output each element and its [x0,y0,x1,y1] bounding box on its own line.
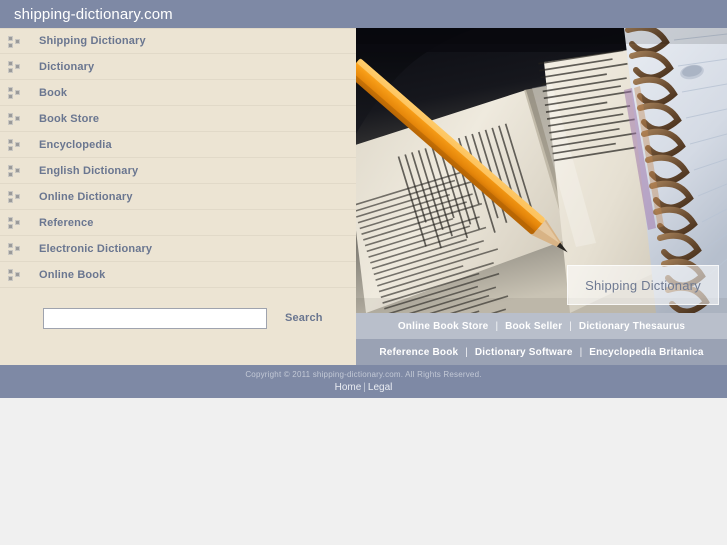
search-area: Search [0,288,356,365]
footer-link-legal[interactable]: Legal [368,382,392,393]
footer-link-encyclopedia-britanica[interactable]: Encyclopedia Britanica [589,347,703,358]
squares-bullet-icon [8,242,21,255]
footer-link-online-book-store[interactable]: Online Book Store [398,321,489,332]
squares-bullet-icon [8,138,21,151]
hero-caption: Shipping Dictionary [567,265,719,305]
squares-bullet-icon [8,268,21,281]
sidebar-item-english-dictionary[interactable]: English Dictionary [0,158,356,184]
hero-image: Shipping Dictionary [356,28,727,313]
sidebar-item-shipping-dictionary[interactable]: Shipping Dictionary [0,28,356,54]
sidebar-nav-list: Shipping Dictionary Dictionary Book Book St… [0,28,356,288]
sidebar-item-encyclopedia[interactable]: Encyclopedia [0,132,356,158]
sidebar: Shipping Dictionary Dictionary Book Book St… [0,28,356,365]
site-footer: Copyright © 2011 shipping-dictionary.com… [0,365,727,398]
sidebar-item-label: Reference [39,216,94,229]
link-separator: | [579,346,583,358]
page-background-area [0,398,727,545]
sidebar-item-dictionary[interactable]: Dictionary [0,54,356,80]
squares-bullet-icon [8,216,21,229]
sidebar-item-label: Book [39,86,68,99]
sidebar-item-online-book[interactable]: Online Book [0,262,356,288]
sidebar-item-label: Online Book [39,268,106,281]
squares-bullet-icon [8,86,21,99]
link-separator: | [569,320,572,332]
search-button[interactable]: Search [285,308,323,329]
main-columns: Shipping Dictionary Dictionary Book Book St… [0,28,727,365]
sidebar-item-label: Dictionary [39,60,95,73]
sidebar-item-label: Encyclopedia [39,138,112,151]
squares-bullet-icon [8,164,21,177]
site-header: shipping-dictionary.com [0,0,727,28]
footer-link-book-seller[interactable]: Book Seller [505,321,562,332]
link-separator: | [495,320,499,332]
sidebar-item-book-store[interactable]: Book Store [0,106,356,132]
sidebar-item-label: English Dictionary [39,164,139,177]
search-input[interactable] [43,308,267,329]
sidebar-item-reference[interactable]: Reference [0,210,356,236]
link-separator: | [465,346,468,358]
footer-link-separator: | [363,381,366,393]
squares-bullet-icon [8,112,21,125]
site-title: shipping-dictionary.com [14,5,173,23]
linkbar-row-1: Online Book Store | Book Seller | Dictionary… [356,313,727,339]
right-column: Shipping Dictionary Online Book Store | Bo… [356,28,727,365]
page-root: shipping-dictionary.com Shipping Diction… [0,0,727,545]
squares-bullet-icon [8,60,21,73]
sidebar-item-online-dictionary[interactable]: Online Dictionary [0,184,356,210]
sidebar-item-book[interactable]: Book [0,80,356,106]
linkbar-row-2: Reference Book | Dictionary Software | Encyc… [356,339,727,365]
sidebar-item-label: Shipping Dictionary [39,35,146,47]
copyright-text: Copyright © 2011 shipping-dictionary.com… [245,369,482,379]
footer-link-dictionary-software[interactable]: Dictionary Software [475,347,573,358]
footer-link-reference-book[interactable]: Reference Book [379,347,458,358]
footer-link-home[interactable]: Home [335,382,362,393]
sidebar-item-electronic-dictionary[interactable]: Electronic Dictionary [0,236,356,262]
sidebar-item-label: Online Dictionary [39,190,133,203]
sidebar-item-label: Electronic Dictionary [39,242,153,255]
footer-link-dictionary-thesaurus[interactable]: Dictionary Thesaurus [579,321,685,332]
sidebar-item-label: Book Store [39,112,100,125]
footer-links: Home | Legal [335,381,393,395]
hero-caption-text: Shipping Dictionary [585,277,701,293]
squares-bullet-icon [8,190,21,203]
squares-bullet-icon [8,35,21,48]
